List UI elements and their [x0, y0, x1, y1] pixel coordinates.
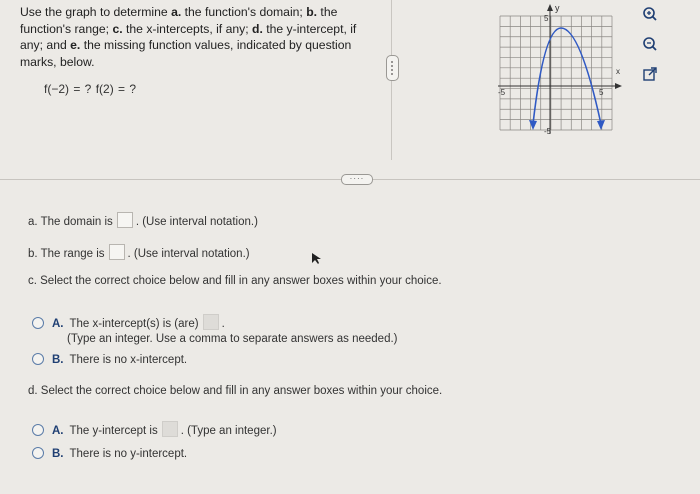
tick-label-left: -5 [498, 88, 506, 97]
tick-label-top: 5 [544, 14, 549, 23]
domain-answer-box[interactable] [116, 212, 133, 228]
option-letter: A. [52, 425, 64, 437]
range-answer-box[interactable] [108, 244, 125, 260]
resize-handle-vertical[interactable] [386, 55, 399, 81]
question-text-segment: e. [70, 38, 81, 52]
question-text-segment: Use the graph to determine [20, 5, 172, 19]
y-axis-arrow-up [547, 4, 553, 11]
option-after: . [221, 318, 225, 330]
part-c-option-a-hint: (Type an integer. Use a comma to separat… [67, 333, 398, 345]
part-b-row: b. The range is . (Use interval notation.… [28, 244, 250, 260]
option-letter: A. [52, 318, 64, 330]
part-a-row: a. The domain is . (Use interval notation… [28, 212, 258, 228]
radio-d-b[interactable] [32, 447, 44, 459]
resize-handle-horizontal[interactable]: ···· [341, 174, 373, 185]
zoom-out-icon[interactable] [640, 34, 660, 54]
question-text: Use the graph to determine a. the functi… [20, 4, 360, 70]
zoom-in-icon[interactable] [640, 4, 660, 24]
option-text: The x-intercept(s) is (are) [69, 318, 199, 330]
part-b-hint: . (Use interval notation.) [127, 248, 250, 260]
part-d-prompt: d. Select the correct choice below and f… [28, 385, 443, 397]
part-d-option-b[interactable]: B. There is no y-intercept. [32, 447, 187, 460]
part-b-label: b. The range is [28, 248, 105, 260]
option-text: There is no x-intercept. [69, 354, 188, 366]
part-c-option-b[interactable]: B. There is no x-intercept. [32, 353, 187, 366]
question-text-segment: the function's domain; [181, 5, 307, 19]
part-c-option-a[interactable]: A. The x-intercept(s) is (are). [32, 314, 225, 330]
question-text-segment: b. [306, 5, 318, 19]
question-text-segment: a. [171, 5, 182, 19]
part-c-prompt: c. Select the correct choice below and f… [28, 275, 442, 287]
option-after: . (Type an integer.) [180, 425, 277, 437]
radio-d-a[interactable] [32, 424, 44, 436]
part-a-hint: . (Use interval notation.) [135, 216, 258, 228]
open-external-icon[interactable] [640, 64, 660, 84]
question-text-segment: d. [252, 21, 263, 36]
y-intercept-answer-box[interactable] [161, 421, 178, 437]
option-letter: B. [52, 448, 64, 460]
function-values: f(−2) = ? f(2) = ? [44, 82, 137, 96]
mouse-cursor-icon [312, 253, 321, 264]
part-a-label: a. The domain is [28, 216, 113, 228]
x-intercept-answer-box[interactable] [202, 314, 219, 330]
part-d-option-a[interactable]: A. The y-intercept is . (Type an integer.) [32, 421, 277, 437]
radio-c-a[interactable] [32, 317, 44, 329]
curve-arrow-right [597, 120, 605, 130]
question-text-segment: c. [112, 21, 123, 36]
option-text: The y-intercept is [69, 425, 158, 437]
y-axis-label: y [555, 3, 560, 13]
function-graph: y x 5 -5 -5 5 [498, 3, 622, 136]
tick-label-bottom: -5 [544, 127, 552, 136]
x-axis-arrow-right [615, 83, 622, 89]
x-axis-label: x [616, 67, 620, 76]
graph-grid [499, 15, 613, 131]
option-letter: B. [52, 354, 64, 366]
question-text-segment: the x-intercepts, if any; [122, 21, 252, 36]
option-text: There is no y-intercept. [69, 448, 188, 460]
tick-label-right: 5 [599, 88, 604, 97]
radio-c-b[interactable] [32, 353, 44, 365]
